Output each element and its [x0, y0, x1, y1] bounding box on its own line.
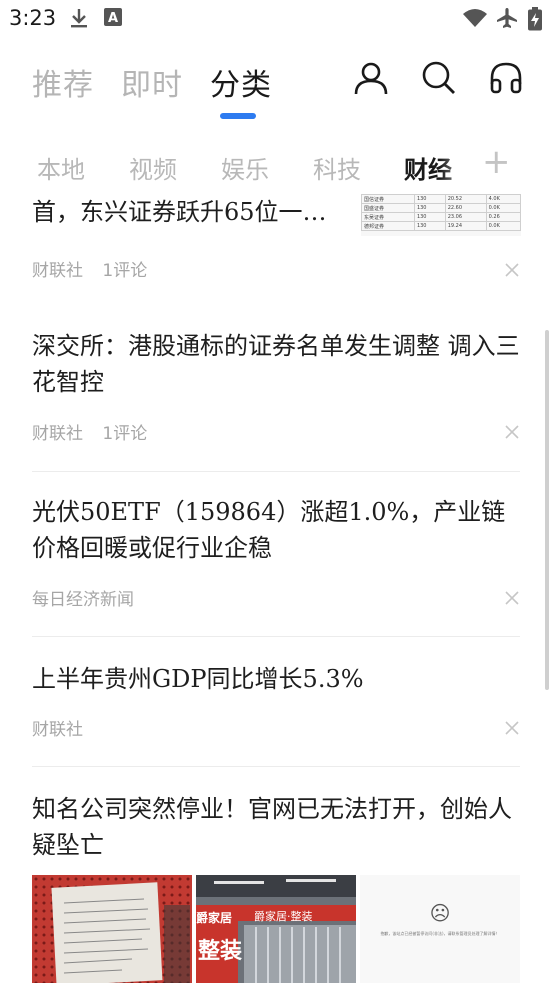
status-time: 3:23	[9, 6, 57, 30]
thumb-table-cell: 国信证券	[361, 194, 415, 204]
category-tech[interactable]: 科技	[313, 150, 361, 185]
thumb-table-cell: 东吴证券	[361, 212, 415, 222]
battery-charging-icon	[528, 7, 542, 31]
divider	[32, 766, 520, 767]
news-source: 财联社	[32, 720, 83, 740]
thumb-table-cell: 德邦证券	[361, 221, 415, 231]
svg-text:A: A	[108, 11, 118, 26]
category-navigation: 本地 视频 娱乐 科技 财经 +	[0, 140, 552, 190]
thumb-table-row: 国信证券 130 20.52 4.0K	[361, 194, 521, 204]
top-navigation: 推荐 即时 分类	[0, 50, 552, 130]
news-comments: 1评论	[102, 424, 148, 444]
search-icon[interactable]	[421, 60, 457, 96]
news-item[interactable]: 知名公司突然停业！官网已无法打开，创始人疑坠亡	[32, 791, 520, 871]
news-meta: 财联社	[32, 715, 97, 740]
news-title[interactable]: 深交所：港股通标的证券名单发生调整 调入三花智控	[32, 328, 520, 400]
store-sign-a: 爵家居	[196, 911, 233, 925]
active-tab-indicator	[220, 113, 256, 119]
news-meta: 财联社 1评论	[32, 419, 161, 444]
sad-face-icon: ☹	[429, 901, 451, 925]
thumb-table-cell: 19.24	[444, 221, 487, 231]
news-thumbnail-table: 国信证券 130 20.52 4.0K 国盛证券 130 22.60 0.0K 东吴证券 130 2…	[361, 194, 521, 236]
tab-recommend[interactable]: 推荐	[32, 60, 94, 104]
add-category-button[interactable]: +	[482, 145, 511, 179]
news-item[interactable]: 光伏50ETF（159864）涨超1.0%，产业链价格回暖或促行业企稳 每日经济…	[32, 494, 520, 624]
tab-instant[interactable]: 即时	[121, 60, 183, 104]
thumb-table-cell: 130	[413, 212, 446, 222]
news-meta: 财联社 1评论	[32, 256, 161, 281]
scrollbar[interactable]	[545, 330, 549, 690]
thumb-table-cell: 22.60	[444, 203, 487, 213]
thumb-table-row: 国盛证券 130 22.60 0.0K	[361, 203, 521, 213]
thumb-table-cell: 0.0K	[485, 221, 521, 231]
category-video[interactable]: 视频	[129, 150, 177, 185]
news-item[interactable]: 上半年贵州GDP同比增长5.3% 财联社	[32, 661, 520, 761]
news-image-notice[interactable]	[32, 875, 192, 983]
thumb-table-cell: 0.26	[485, 212, 521, 222]
category-fade	[440, 140, 480, 190]
close-icon[interactable]	[504, 262, 520, 278]
thumb-table-cell: 130	[413, 221, 446, 231]
status-bar: 3:23 A	[0, 0, 552, 40]
thumb-table-cell: 23.06	[444, 212, 487, 222]
close-icon[interactable]	[504, 590, 520, 606]
close-icon[interactable]	[504, 720, 520, 736]
news-title[interactable]: 知名公司突然停业！官网已无法打开，创始人疑坠亡	[32, 791, 520, 863]
thumb-table-row: 东吴证券 130 23.06 0.26	[361, 212, 521, 222]
wifi-icon	[463, 9, 487, 27]
headphones-icon[interactable]	[488, 60, 524, 96]
news-source: 每日经济新闻	[32, 590, 134, 610]
keyboard-a-icon: A	[104, 8, 122, 26]
news-source: 财联社	[32, 424, 83, 444]
news-title[interactable]: 光伏50ETF（159864）涨超1.0%，产业链价格回暖或促行业企稳	[32, 494, 520, 566]
close-icon[interactable]	[504, 424, 520, 440]
category-local[interactable]: 本地	[37, 150, 85, 185]
news-image-error-page[interactable]: ☹ 抱歉，该站点已经被暂停访问(非法)，请联系管理员处理了解详情！	[360, 875, 520, 983]
thumb-table-cell: 0.0K	[485, 203, 521, 213]
news-item[interactable]: 深交所：港股通标的证券名单发生调整 调入三花智控 财联社 1评论	[32, 328, 520, 458]
news-title[interactable]: 首，东兴证券跃升65位一…	[32, 194, 352, 230]
error-message: 抱歉，该站点已经被暂停访问(非法)，请联系管理员处理了解详情！	[380, 931, 500, 936]
notice-photo	[32, 875, 192, 983]
news-meta: 每日经济新闻	[32, 585, 148, 610]
store-photo	[196, 875, 356, 983]
thumb-table-cell: 20.52	[444, 194, 487, 204]
airplane-icon	[497, 8, 517, 28]
user-icon[interactable]	[353, 60, 389, 96]
download-icon	[71, 9, 87, 28]
thumb-table-cell: 130	[413, 194, 446, 204]
store-sign-b: 整装	[198, 939, 243, 964]
news-source: 财联社	[32, 261, 83, 281]
news-image-store[interactable]: 爵家居 整装 爵家居·整装	[196, 875, 356, 983]
divider	[32, 471, 520, 472]
divider	[32, 636, 520, 637]
thumb-table-cell: 4.0K	[485, 194, 521, 204]
thumb-table-cell: 130	[413, 203, 446, 213]
news-title[interactable]: 上半年贵州GDP同比增长5.3%	[32, 661, 520, 697]
store-sign-c: 爵家居·整装	[254, 910, 313, 923]
thumb-table-row: 德邦证券 130 19.24 0.0K	[361, 221, 521, 231]
thumb-table-cell: 国盛证券	[361, 203, 415, 213]
news-feed: 首，东兴证券跃升65位一… 财联社 1评论 国信证券 130 20.52 4.0K 国盛…	[0, 190, 552, 983]
category-entertainment[interactable]: 娱乐	[221, 150, 269, 185]
news-comments: 1评论	[102, 261, 148, 281]
tab-category[interactable]: 分类	[210, 60, 272, 104]
